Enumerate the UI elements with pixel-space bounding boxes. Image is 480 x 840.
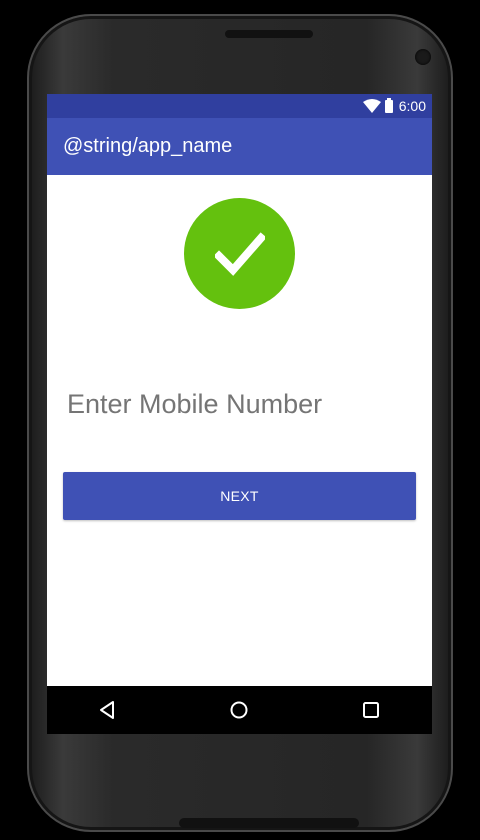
recents-button[interactable] [341, 686, 401, 734]
battery-icon [384, 97, 393, 113]
status-bar: 6:00 [47, 94, 432, 118]
navigation-bar [47, 686, 432, 734]
home-icon [230, 701, 248, 719]
home-button[interactable] [209, 686, 269, 734]
next-button[interactable]: NEXT [63, 472, 416, 520]
checkmark-icon [214, 231, 265, 276]
mobile-number-input[interactable] [67, 384, 407, 424]
front-camera [415, 49, 431, 65]
app-toolbar: @string/app_name [47, 118, 432, 175]
wifi-icon [362, 99, 381, 113]
back-button[interactable] [77, 686, 137, 734]
toolbar-title: @string/app_name [63, 135, 233, 157]
status-time: 6:00 [398, 98, 426, 114]
bottom-speaker [179, 818, 359, 828]
earpiece-speaker [225, 30, 313, 38]
check-circle-icon [184, 198, 295, 309]
back-icon [100, 701, 114, 719]
app-screen: 6:00 @string/app_name NEXT [47, 94, 432, 734]
recents-icon [363, 702, 379, 718]
